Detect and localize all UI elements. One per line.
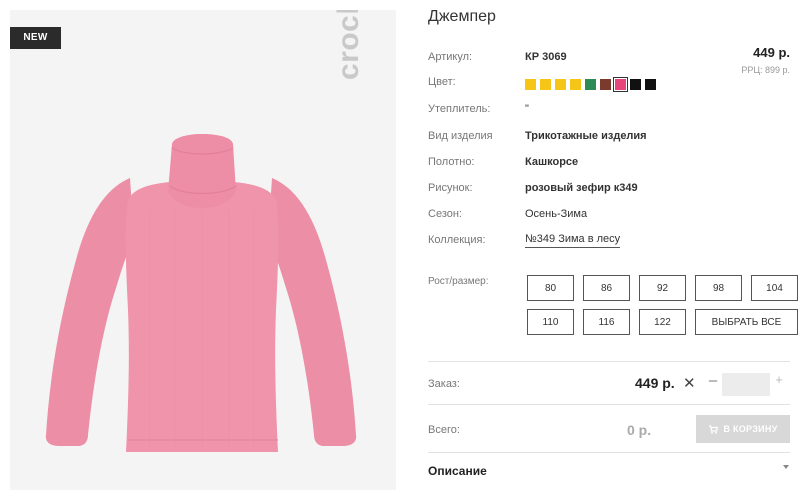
divider <box>428 452 790 453</box>
divider <box>428 404 790 405</box>
size-button-116[interactable]: 116 <box>583 309 630 335</box>
attr-insulation-value: " <box>525 103 529 115</box>
size-button-110[interactable]: 110 <box>527 309 574 335</box>
size-button-86[interactable]: 86 <box>583 275 630 301</box>
add-to-cart-label: В КОРЗИНУ <box>723 424 778 434</box>
color-swatch-2[interactable] <box>555 79 566 90</box>
attr-type-label: Вид изделия <box>428 130 493 142</box>
product-photo <box>45 134 357 452</box>
size-button-122[interactable]: 122 <box>639 309 686 335</box>
size-button-98[interactable]: 98 <box>695 275 742 301</box>
color-swatch-5[interactable] <box>600 79 611 90</box>
size-button-92[interactable]: 92 <box>639 275 686 301</box>
order-label: Заказ: <box>428 378 460 390</box>
quantity-decrement-button[interactable]: – <box>705 372 721 389</box>
product-rrp: РРЦ: 899 р. <box>741 65 790 75</box>
jumper-right-sleeve <box>268 178 357 446</box>
attr-article-value: КР 3069 <box>525 51 567 63</box>
size-button-80[interactable]: 80 <box>527 275 574 301</box>
jumper-left-sleeve <box>45 178 134 446</box>
attr-season-value: Осень-Зима <box>525 208 588 220</box>
attr-color-label: Цвет: <box>428 76 456 88</box>
color-swatch-6[interactable] <box>613 77 628 92</box>
color-swatch-7[interactable] <box>630 79 641 90</box>
attr-pattern-label: Рисунок: <box>428 182 473 194</box>
size-label: Рост/размер: <box>428 276 489 287</box>
brand-logo: crockid <box>332 10 372 80</box>
color-swatch-8[interactable] <box>645 79 656 90</box>
product-price: 449 р. <box>753 45 790 60</box>
attr-pattern-value: розовый зефир к349 <box>525 182 638 194</box>
brand-logo-text: crockid <box>332 10 365 80</box>
size-grid: 80 86 92 98 104 110 116 122 ВЫБРАТЬ ВСЕ <box>527 275 798 335</box>
product-image-panel[interactable]: NEW crockid <box>10 10 396 490</box>
divider <box>428 361 790 362</box>
select-all-sizes-button[interactable]: ВЫБРАТЬ ВСЕ <box>695 309 798 335</box>
total-price: 0 р. <box>627 422 652 438</box>
color-swatches <box>525 77 656 92</box>
product-title: Джемпер <box>428 8 496 25</box>
attr-insulation-label: Утеплитель: <box>428 103 491 115</box>
attr-collection-label: Коллекция: <box>428 234 486 246</box>
color-swatch-3[interactable] <box>570 79 581 90</box>
attr-article-label: Артикул: <box>428 51 473 63</box>
chevron-down-icon[interactable] <box>783 465 789 469</box>
new-badge: NEW <box>10 27 61 49</box>
color-swatch-0[interactable] <box>525 79 536 90</box>
total-label: Всего: <box>428 424 460 436</box>
quantity-increment-button[interactable]: + <box>772 372 786 387</box>
order-price: 449 р. <box>635 375 675 391</box>
add-to-cart-button[interactable]: В КОРЗИНУ <box>696 415 790 443</box>
description-toggle[interactable]: Описание <box>428 464 487 478</box>
attr-fabric-label: Полотно: <box>428 156 475 168</box>
times-icon: ✕ <box>683 375 696 392</box>
attr-type-value: Трикотажные изделия <box>525 130 647 142</box>
attr-season-label: Сезон: <box>428 208 462 220</box>
size-button-104[interactable]: 104 <box>751 275 798 301</box>
attr-fabric-value: Кашкорсе <box>525 156 579 168</box>
quantity-input[interactable] <box>722 373 770 396</box>
color-swatch-1[interactable] <box>540 79 551 90</box>
color-swatch-4[interactable] <box>585 79 596 90</box>
jumper-collar <box>168 134 236 208</box>
collection-link[interactable]: №349 Зима в лесу <box>525 231 621 248</box>
cart-icon <box>709 425 719 434</box>
